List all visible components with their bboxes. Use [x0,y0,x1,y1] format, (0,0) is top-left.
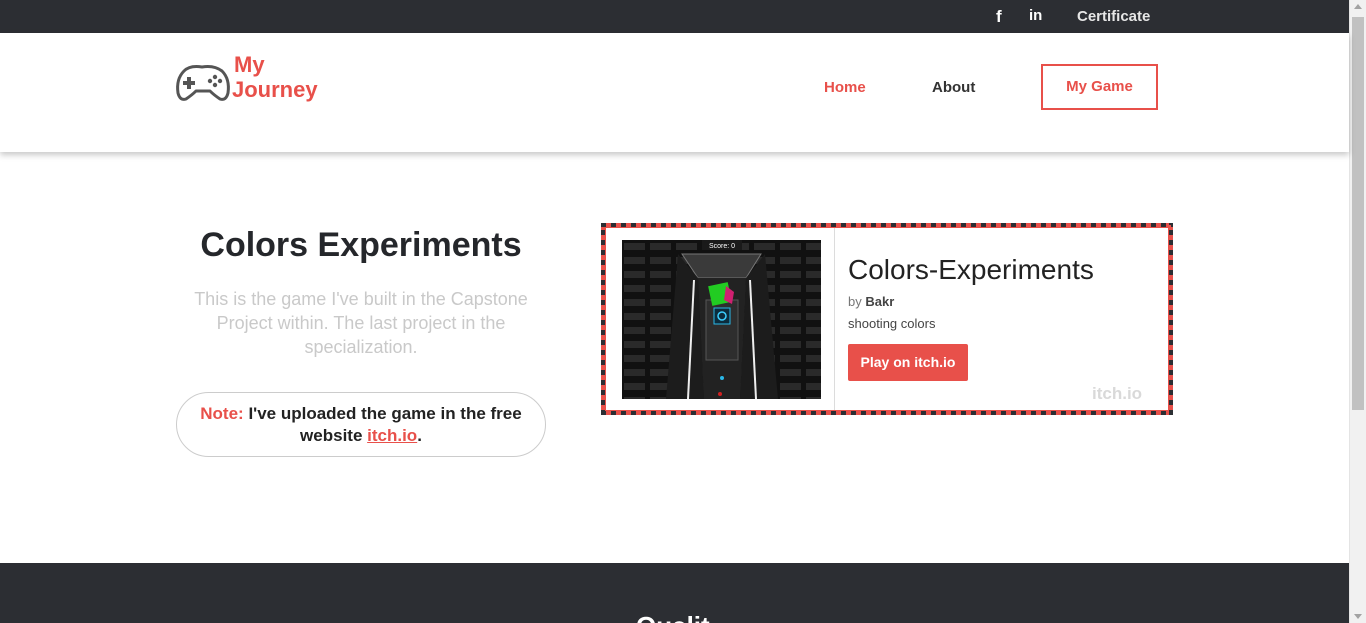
top-bar: f in Certificate [0,0,1349,33]
logo[interactable]: My Journey [174,53,334,113]
widget-body: Score: 0 Colors-Experiments by Bakr shoo… [606,228,1168,410]
gamepad-icon [176,65,230,101]
widget-divider [834,228,835,410]
site-header: My Journey Home About My Game [0,33,1349,152]
scroll-up-arrow-icon[interactable] [1354,4,1362,9]
logo-text-line1: My [234,52,265,77]
logo-text-line2: Journey [232,77,318,102]
game-screenshot[interactable]: Score: 0 [622,240,821,399]
footer-heading: Qualit [636,611,710,623]
linkedin-icon[interactable]: in [1029,7,1042,25]
nav-my-game-button[interactable]: My Game [1041,64,1158,110]
play-on-itch-button[interactable]: Play on itch.io [848,344,968,381]
itch-io-brand-text: itch.io [1092,384,1143,403]
scrollbar-thumb[interactable] [1352,17,1364,410]
nav-home-link[interactable]: Home [824,79,866,96]
screenshot-score-text: Score: 0 [709,243,735,250]
note-text-end: . [417,426,422,445]
game-screenshot-image: Score: 0 [622,240,821,399]
itch-embed-widget: Score: 0 Colors-Experiments by Bakr shoo… [601,223,1173,415]
facebook-icon[interactable]: f [996,8,1010,26]
page-title: Colors Experiments [200,226,522,264]
page-scrollbar[interactable] [1349,0,1366,623]
note-box: Note: I've uploaded the game in the free… [176,392,546,457]
widget-game-title[interactable]: Colors-Experiments [848,254,1094,286]
widget-author-line: by Bakr [848,294,894,309]
footer-section: Qualit [0,563,1349,623]
widget-author-link[interactable]: Bakr [865,294,894,309]
widget-by-prefix: by [848,294,862,309]
widget-tagline: shooting colors [848,316,936,331]
scroll-down-arrow-icon[interactable] [1354,614,1362,619]
nav-about-link[interactable]: About [932,79,975,96]
game-description: This is the game I've built in the Capst… [194,289,528,357]
itch-io-brand-logo[interactable]: itch.io [1092,384,1142,404]
note-label: Note: [200,404,244,423]
itch-io-link[interactable]: itch.io [367,426,417,445]
certificate-link[interactable]: Certificate [1077,8,1150,26]
